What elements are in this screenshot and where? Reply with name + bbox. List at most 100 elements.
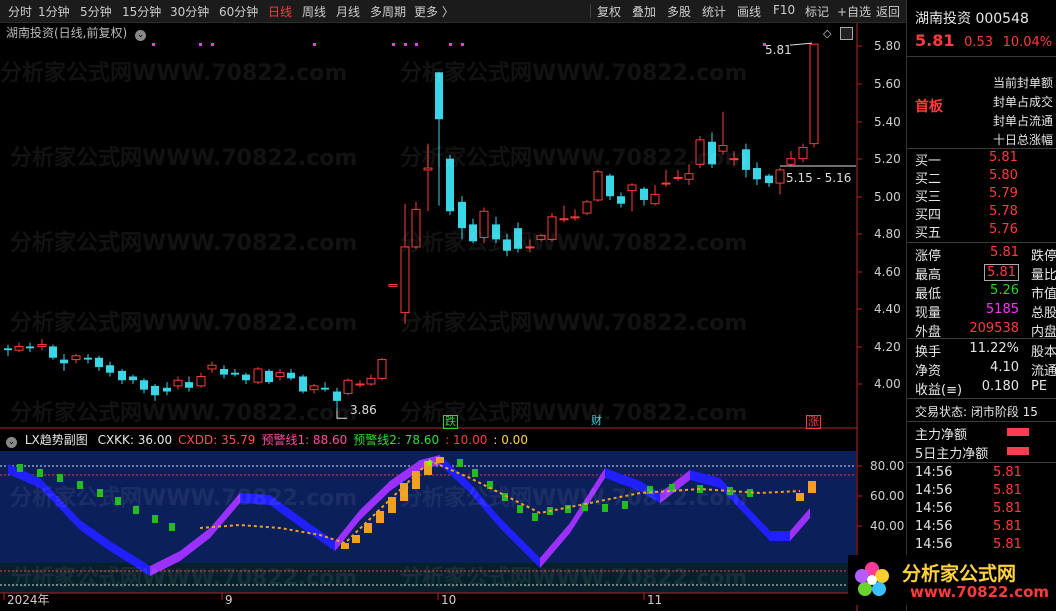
- stat-extra-label: 流通: [1031, 364, 1056, 379]
- note-seal-turnover: 封单占成交: [993, 95, 1054, 109]
- candle-body-down: [106, 365, 114, 373]
- candle-body-up: [207, 364, 217, 370]
- high-price-annotation: 5.81: [765, 43, 792, 57]
- candle-body-up: [547, 216, 557, 240]
- stock-title: 湖南投资 000548: [915, 8, 1029, 28]
- window-toggle-icon[interactable]: [840, 27, 853, 40]
- bid-level-price: 5.76: [989, 222, 1018, 237]
- candle-body-up: [798, 146, 808, 160]
- stat-extra-label: 跌停: [1031, 249, 1056, 264]
- period-tab-60min[interactable]: 60分钟: [219, 3, 258, 20]
- green-trend-marker: [602, 504, 608, 512]
- bid-level-price: 5.80: [989, 168, 1018, 183]
- candle-body-up: [71, 355, 81, 361]
- indicator-axis-label: 80.00: [870, 459, 904, 473]
- draw-line-button[interactable]: 画线: [737, 3, 761, 20]
- candle-body-up: [695, 139, 705, 165]
- tick-time: 14:56: [915, 501, 953, 516]
- green-trend-marker: [517, 505, 523, 513]
- candle-body-up: [479, 210, 489, 239]
- period-tab-more[interactable]: 更多 〉: [414, 3, 454, 20]
- candle-body-down: [435, 72, 443, 120]
- stat-value: 5.81: [984, 264, 1019, 281]
- settings-dropdown-icon[interactable]: ⌄: [135, 30, 147, 41]
- candle-body-up: [536, 235, 546, 240]
- period-tab-weekly[interactable]: 周线: [302, 3, 326, 20]
- adjust-button[interactable]: 复权: [597, 3, 621, 20]
- orange-trend-marker: [436, 457, 444, 463]
- indicator-settings-icon[interactable]: ⌄: [6, 437, 17, 448]
- event-mark-rise[interactable]: 涨: [806, 415, 821, 429]
- period-tab-timeshare[interactable]: 分时: [8, 3, 32, 20]
- candle-body-up: [673, 176, 683, 179]
- candle-body-up: [275, 372, 285, 377]
- multi-stock-button[interactable]: 多股: [667, 3, 691, 20]
- fund-flow-label[interactable]: 主力净额: [915, 424, 967, 443]
- period-tab-30min[interactable]: 30分钟: [170, 3, 209, 20]
- bid-level-label: 买四: [915, 208, 942, 223]
- logo-text: 分析家公式网: [902, 563, 1017, 585]
- low-price-annotation: 3.86: [350, 403, 377, 417]
- green-trend-marker: [457, 459, 463, 467]
- f10-button[interactable]: F10: [773, 3, 795, 17]
- event-mark-finance[interactable]: 财: [590, 415, 603, 427]
- event-dot: [392, 43, 395, 46]
- limit-up-badge: 首板: [915, 99, 943, 115]
- green-trend-marker: [37, 469, 43, 477]
- price-axis-label: 5.60: [874, 77, 901, 91]
- stat-value: 5.26: [990, 283, 1019, 298]
- candle-body-down: [26, 346, 34, 349]
- candle-body-up: [593, 171, 603, 201]
- green-trend-marker: [133, 506, 139, 514]
- add-favorite-button[interactable]: +自选: [837, 3, 871, 20]
- period-tab-5min[interactable]: 5分钟: [80, 3, 112, 20]
- candle-body-down: [708, 141, 716, 165]
- price-axis-label: 5.00: [874, 190, 901, 204]
- stats-button[interactable]: 统计: [702, 3, 726, 20]
- bid-level-label: 买三: [915, 190, 942, 205]
- diamond-icon[interactable]: ◇: [823, 27, 831, 40]
- candle-body-down: [299, 376, 307, 392]
- candle-body-down: [492, 224, 500, 240]
- green-trend-marker: [622, 501, 628, 509]
- candle-body-down: [617, 196, 625, 204]
- back-button[interactable]: 返回: [876, 3, 900, 20]
- last-price: 5.81: [915, 31, 955, 50]
- trend-band-segment: [770, 531, 790, 541]
- fund-flow-label[interactable]: 5日主力净额: [915, 443, 988, 462]
- green-trend-marker: [532, 513, 538, 521]
- stat-extra-label: 股本: [1031, 345, 1056, 360]
- candle-body-up: [343, 379, 353, 394]
- candle-body-up: [366, 377, 376, 385]
- note-seal-float: 封单占流通: [993, 114, 1054, 128]
- kline-chart[interactable]: 5.80 5.60 5.40 5.20 5.00 4.80 4.60 4.40 4.20 4.00…: [0, 23, 906, 611]
- candle-body-down: [333, 391, 341, 401]
- range-annotation: 5.15 - 5.16: [786, 171, 852, 185]
- candle-body-down: [640, 188, 648, 200]
- event-mark-fall[interactable]: 跌: [443, 415, 458, 429]
- stat-value: 0.180: [981, 379, 1019, 394]
- date-axis-label: 10: [441, 593, 456, 607]
- candle-body-down: [321, 387, 329, 390]
- candle-body-up: [411, 208, 421, 248]
- price-axis-label: 4.80: [874, 227, 901, 241]
- period-tab-daily[interactable]: 日线: [268, 3, 292, 20]
- event-dot: [152, 43, 155, 46]
- candle-body-up: [684, 173, 694, 180]
- overlay-button[interactable]: 叠加: [632, 3, 656, 20]
- candle-body-up: [582, 201, 592, 214]
- candle-body-down: [140, 380, 148, 390]
- period-tab-1min[interactable]: 1分钟: [38, 3, 70, 20]
- period-tab-multi[interactable]: 多周期: [370, 3, 406, 20]
- candle-body-up: [355, 383, 365, 386]
- mark-button[interactable]: 标记: [805, 3, 829, 20]
- candle-body-up: [400, 246, 410, 314]
- candle-body-up: [388, 283, 398, 287]
- indicator-value: : 0.00: [493, 433, 528, 447]
- period-tab-15min[interactable]: 15分钟: [122, 3, 161, 20]
- bid-level-price: 5.79: [989, 186, 1018, 201]
- indicator-legend: ⌄ LX趋势副图 CXKK: 36.00 CXDD: 35.79 预警线1: 88.…: [6, 431, 528, 448]
- candle-body-up: [173, 379, 183, 387]
- period-tab-monthly[interactable]: 月线: [336, 3, 360, 20]
- stat-value: 11.22%: [969, 341, 1019, 356]
